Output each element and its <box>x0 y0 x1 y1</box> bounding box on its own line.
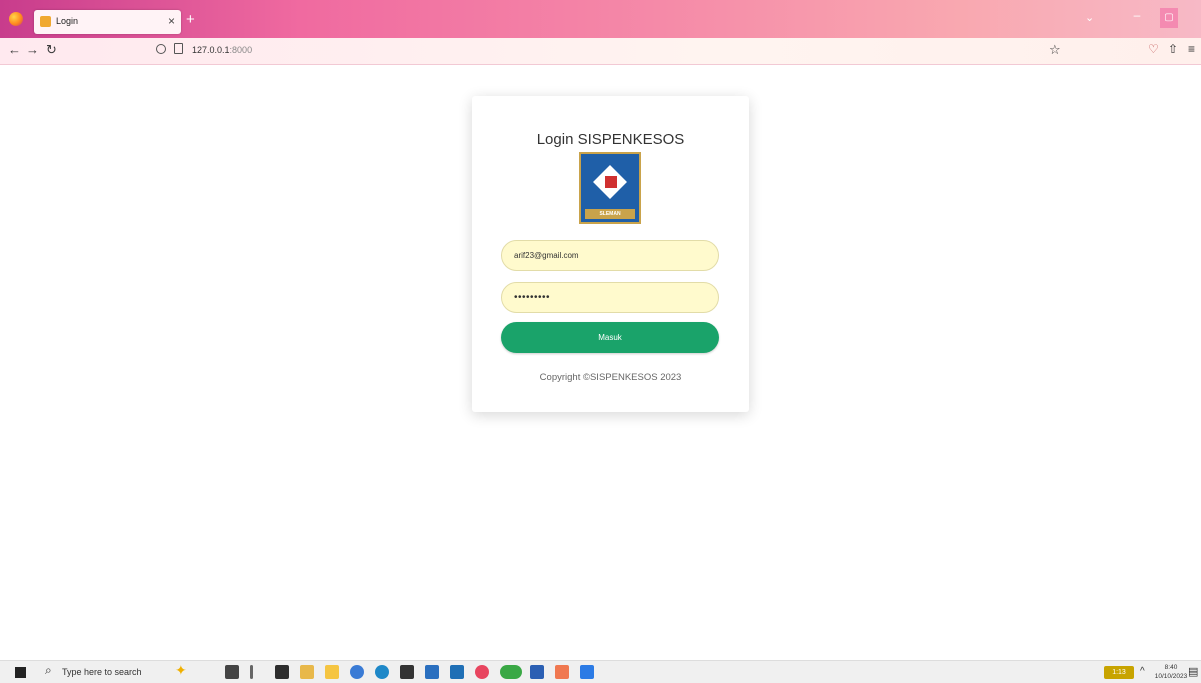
battery-indicator[interactable]: 1:13 <box>1104 666 1134 679</box>
notification-center-icon[interactable]: ▤ <box>1188 665 1198 678</box>
bookmark-star-icon[interactable]: ☆ <box>1049 42 1061 58</box>
browser-tab-strip: Login × + ⌄ – ▢ <box>0 0 1201 38</box>
browser-tab-login[interactable]: Login × <box>34 10 181 34</box>
task-view-icon[interactable] <box>225 665 239 679</box>
password-input[interactable]: ••••••••• <box>501 282 719 313</box>
windows-start-icon[interactable] <box>15 667 26 678</box>
list-all-tabs-icon[interactable]: ⌄ <box>1085 11 1094 24</box>
url-port: :8000 <box>229 45 253 55</box>
email-input[interactable]: arif23@gmail.com <box>501 240 719 271</box>
tab-title: Login <box>56 16 79 26</box>
chrome-icon[interactable] <box>350 665 364 679</box>
emblem-red-shape <box>605 176 617 188</box>
firefox-logo-icon <box>9 12 23 26</box>
forward-arrow-icon[interactable]: → <box>26 42 39 57</box>
taskbar-divider <box>250 665 253 679</box>
new-tab-button[interactable]: + <box>186 11 195 28</box>
taskbar-search-box[interactable]: Type here to search <box>62 667 142 677</box>
app-menu-icon[interactable]: ≡ <box>1188 42 1195 56</box>
word-icon[interactable] <box>530 665 544 679</box>
folder-icon[interactable] <box>325 665 339 679</box>
login-card: Login SISPENKESOS SLEMAN arif23@gmail.co… <box>472 96 749 412</box>
tab-close-icon[interactable]: × <box>168 14 175 28</box>
minimize-window-button[interactable]: – <box>1126 8 1148 28</box>
reload-icon[interactable]: ↻ <box>46 42 57 58</box>
terminal-icon[interactable] <box>275 665 289 679</box>
firefox-taskbar-icon[interactable] <box>475 665 489 679</box>
masuk-submit-button[interactable]: Masuk <box>501 322 719 353</box>
jetbrains-icon[interactable] <box>400 665 414 679</box>
extensions-icon[interactable]: ⇧ <box>1168 42 1178 56</box>
maximize-window-button[interactable]: ▢ <box>1160 8 1178 28</box>
back-arrow-icon[interactable]: ← <box>8 42 21 57</box>
login-title: Login SISPENKESOS <box>536 131 685 148</box>
file-explorer-icon[interactable] <box>300 665 314 679</box>
store-icon[interactable] <box>425 665 439 679</box>
taskbar-clock[interactable]: 8:40 10/10/2023 <box>1154 663 1188 681</box>
search-icon[interactable]: ⌕ <box>45 663 52 678</box>
copyright-text: Copyright ©SISPENKESOS 2023 <box>539 372 682 383</box>
page-info-icon[interactable] <box>174 43 183 54</box>
sleman-emblem-logo: SLEMAN <box>579 152 641 224</box>
edge-icon[interactable] <box>375 665 389 679</box>
url-bar[interactable]: 127.0.0.1:8000 <box>192 45 252 55</box>
clock-date: 10/10/2023 <box>1154 673 1188 680</box>
browser-navigation-bar: ← → ↻ 127.0.0.1:8000 ☆ ♡ ⇧ ≡ <box>0 38 1201 65</box>
tab-favicon-icon <box>40 16 51 27</box>
url-host: 127.0.0.1 <box>192 45 230 55</box>
copilot-sparkle-icon[interactable]: ✦ <box>175 662 187 679</box>
whatsapp-icon[interactable] <box>500 665 522 679</box>
pocket-icon[interactable]: ♡ <box>1148 42 1159 56</box>
tracking-protection-shield-icon[interactable] <box>156 44 166 54</box>
vscode-icon[interactable] <box>580 665 594 679</box>
xampp-icon[interactable] <box>555 665 569 679</box>
clock-time: 8:40 <box>1164 664 1178 671</box>
tray-chevron-icon[interactable]: ^ <box>1140 666 1145 677</box>
emblem-ribbon: SLEMAN <box>585 209 635 219</box>
mail-icon[interactable] <box>450 665 464 679</box>
windows-taskbar: ⌕ Type here to search ✦ 1:13 ^ 8:40 10/1… <box>0 660 1201 683</box>
